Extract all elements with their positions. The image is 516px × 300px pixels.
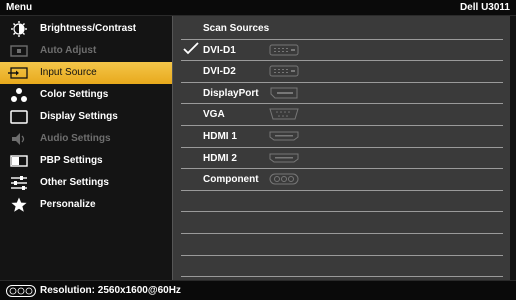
sidebar-menu: Brightness/Contrast Auto Adjust Input So… bbox=[0, 16, 172, 280]
sidebar-item-brightness-contrast[interactable]: Brightness/Contrast bbox=[0, 18, 172, 40]
option-label: Scan Sources bbox=[203, 23, 270, 34]
monitor-model-label: Dell U3011 bbox=[459, 2, 510, 13]
display-settings-icon bbox=[10, 110, 28, 124]
option-hdmi-1[interactable]: HDMI 1 bbox=[181, 126, 503, 148]
displayport-icon bbox=[270, 87, 298, 99]
option-empty bbox=[181, 212, 503, 234]
option-label: Component bbox=[203, 174, 259, 186]
input-source-panel: Scan Sources DVI-D1 DVI-D2 DisplayPort V… bbox=[172, 16, 510, 280]
audio-settings-icon bbox=[12, 133, 25, 145]
dvi-port-icon bbox=[269, 44, 299, 56]
sidebar-item-input-source[interactable]: Input Source bbox=[0, 62, 172, 84]
signal-connector-icon bbox=[6, 285, 36, 297]
menu-title: Menu bbox=[6, 2, 33, 13]
sidebar-item-label: Audio Settings bbox=[40, 133, 111, 144]
option-label: DVI-D2 bbox=[203, 66, 236, 78]
option-label: HDMI 2 bbox=[203, 152, 237, 164]
sidebar-item-label: Personalize bbox=[40, 199, 96, 210]
auto-adjust-icon bbox=[10, 45, 28, 57]
option-vga[interactable]: VGA bbox=[181, 104, 503, 126]
option-label: HDMI 1 bbox=[203, 131, 237, 142]
input-source-icon bbox=[8, 67, 28, 79]
option-label: VGA bbox=[203, 109, 225, 121]
sidebar-item-color-settings[interactable]: Color Settings bbox=[0, 84, 172, 106]
sidebar-item-pbp-settings[interactable]: PBP Settings bbox=[0, 150, 172, 172]
resolution-text: Resolution: 2560x1600@60Hz bbox=[40, 285, 181, 296]
pbp-icon bbox=[10, 155, 28, 167]
sidebar-item-auto-adjust[interactable]: Auto Adjust bbox=[0, 40, 172, 62]
checkmark-icon bbox=[183, 41, 199, 54]
other-settings-icon bbox=[11, 176, 27, 190]
sidebar-item-label: Brightness/Contrast bbox=[40, 23, 137, 34]
sidebar-item-label: PBP Settings bbox=[40, 155, 103, 166]
sidebar-item-label: Input Source bbox=[40, 67, 97, 78]
sidebar-item-label: Display Settings bbox=[40, 111, 118, 122]
option-empty bbox=[181, 234, 503, 256]
option-hdmi-2[interactable]: HDMI 2 bbox=[181, 148, 503, 170]
option-empty bbox=[181, 191, 503, 213]
option-displayport[interactable]: DisplayPort bbox=[181, 83, 503, 105]
sidebar-item-display-settings[interactable]: Display Settings bbox=[0, 106, 172, 128]
sidebar-item-label: Other Settings bbox=[40, 177, 109, 188]
hdmi-port-icon bbox=[269, 131, 299, 141]
brightness-icon bbox=[11, 21, 27, 37]
sidebar-item-label: Auto Adjust bbox=[40, 45, 97, 56]
option-scan-sources[interactable]: Scan Sources bbox=[181, 18, 503, 40]
dvi-port-icon bbox=[269, 65, 299, 77]
component-port-icon bbox=[269, 173, 299, 185]
option-empty bbox=[181, 256, 503, 278]
sidebar-item-label: Color Settings bbox=[40, 89, 109, 100]
hdmi-port-icon bbox=[269, 153, 299, 163]
sidebar-item-personalize[interactable]: Personalize bbox=[0, 194, 172, 216]
vga-port-icon bbox=[269, 108, 299, 120]
option-dvi-d2[interactable]: DVI-D2 bbox=[181, 61, 503, 83]
sidebar-item-audio-settings[interactable]: Audio Settings bbox=[0, 128, 172, 150]
color-settings-icon bbox=[11, 88, 27, 102]
star-icon bbox=[11, 197, 27, 212]
osd-window: Menu Dell U3011 Brightness/Contrast Auto… bbox=[0, 0, 516, 300]
option-label: DVI-D1 bbox=[203, 44, 236, 56]
title-bar: Menu Dell U3011 bbox=[0, 0, 516, 16]
option-label: DisplayPort bbox=[203, 87, 259, 99]
option-component[interactable]: Component bbox=[181, 169, 503, 191]
status-bar: Resolution: 2560x1600@60Hz bbox=[0, 280, 516, 300]
option-dvi-d1[interactable]: DVI-D1 bbox=[181, 40, 503, 62]
sidebar-item-other-settings[interactable]: Other Settings bbox=[0, 172, 172, 194]
